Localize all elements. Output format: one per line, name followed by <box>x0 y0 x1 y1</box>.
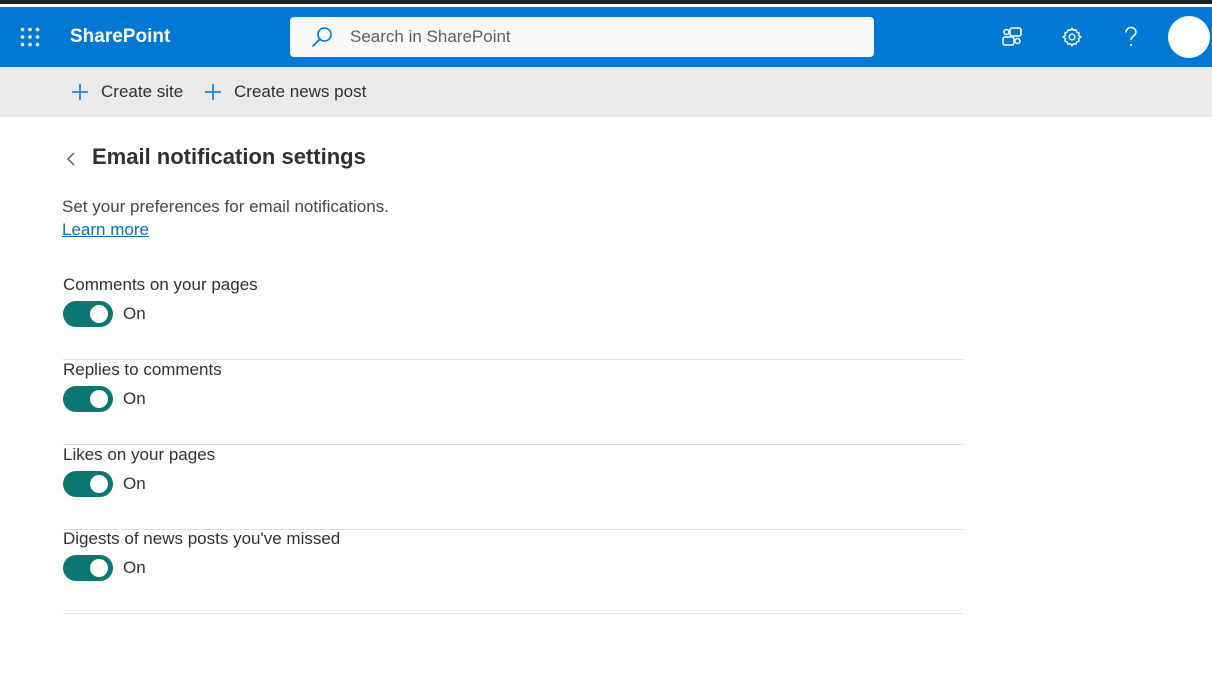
setting-replies-to-comments: Replies to comments On <box>63 360 963 445</box>
page-description: Set your preferences for email notificat… <box>62 197 389 216</box>
back-button[interactable] <box>60 148 82 170</box>
plus-icon <box>203 82 223 102</box>
setting-label: Likes on your pages <box>63 445 216 464</box>
app-launcher-button[interactable] <box>0 7 60 67</box>
setting-label: Digests of news posts you've missed <box>63 529 341 548</box>
toggle-state-label: On <box>123 474 146 493</box>
create-site-button[interactable]: Create site <box>70 67 183 117</box>
toggle-switch[interactable] <box>63 386 113 412</box>
toggle-state-label: On <box>123 558 146 577</box>
chat-feedback-icon <box>1002 27 1022 46</box>
chevron-left-icon <box>66 152 75 166</box>
create-news-post-button[interactable]: Create news post <box>203 67 366 117</box>
toggle-switch[interactable] <box>63 301 113 327</box>
avatar[interactable] <box>1168 16 1210 58</box>
setting-likes-on-pages: Likes on your pages On <box>63 445 963 530</box>
setting-label: Comments on your pages <box>63 275 258 294</box>
help-button[interactable] <box>1101 7 1161 67</box>
chat-feedback-button[interactable] <box>982 7 1042 67</box>
setting-news-digests: Digests of news posts you've missed On <box>63 529 963 614</box>
toggle-knob <box>90 475 108 493</box>
toggle-knob <box>90 559 108 577</box>
command-bar: Create site Create news post <box>0 67 1212 117</box>
create-news-post-label: Create news post <box>234 82 367 101</box>
suite-header: SharePoint <box>0 7 1212 67</box>
plus-icon <box>70 82 90 102</box>
setting-comments-on-pages: Comments on your pages On <box>63 275 963 360</box>
help-icon <box>1125 26 1137 47</box>
toggle-knob <box>90 305 108 323</box>
toggle-knob <box>90 390 108 408</box>
search-box[interactable] <box>290 17 874 57</box>
toggle-state-label: On <box>123 304 146 323</box>
settings-button[interactable] <box>1042 7 1102 67</box>
toggle-state-label: On <box>123 389 146 408</box>
page-title: Email notification settings <box>92 144 366 169</box>
toggle-switch[interactable] <box>63 555 113 581</box>
learn-more-link[interactable]: Learn more <box>62 220 149 240</box>
search-icon <box>290 17 354 57</box>
gear-icon <box>1062 27 1082 47</box>
toggle-switch[interactable] <box>63 471 113 497</box>
setting-label: Replies to comments <box>63 360 222 379</box>
search-input[interactable] <box>350 17 830 57</box>
app-launcher-icon <box>20 27 40 47</box>
create-site-label: Create site <box>101 82 184 101</box>
window-top-strip <box>0 0 1212 7</box>
app-name[interactable]: SharePoint <box>70 7 170 67</box>
